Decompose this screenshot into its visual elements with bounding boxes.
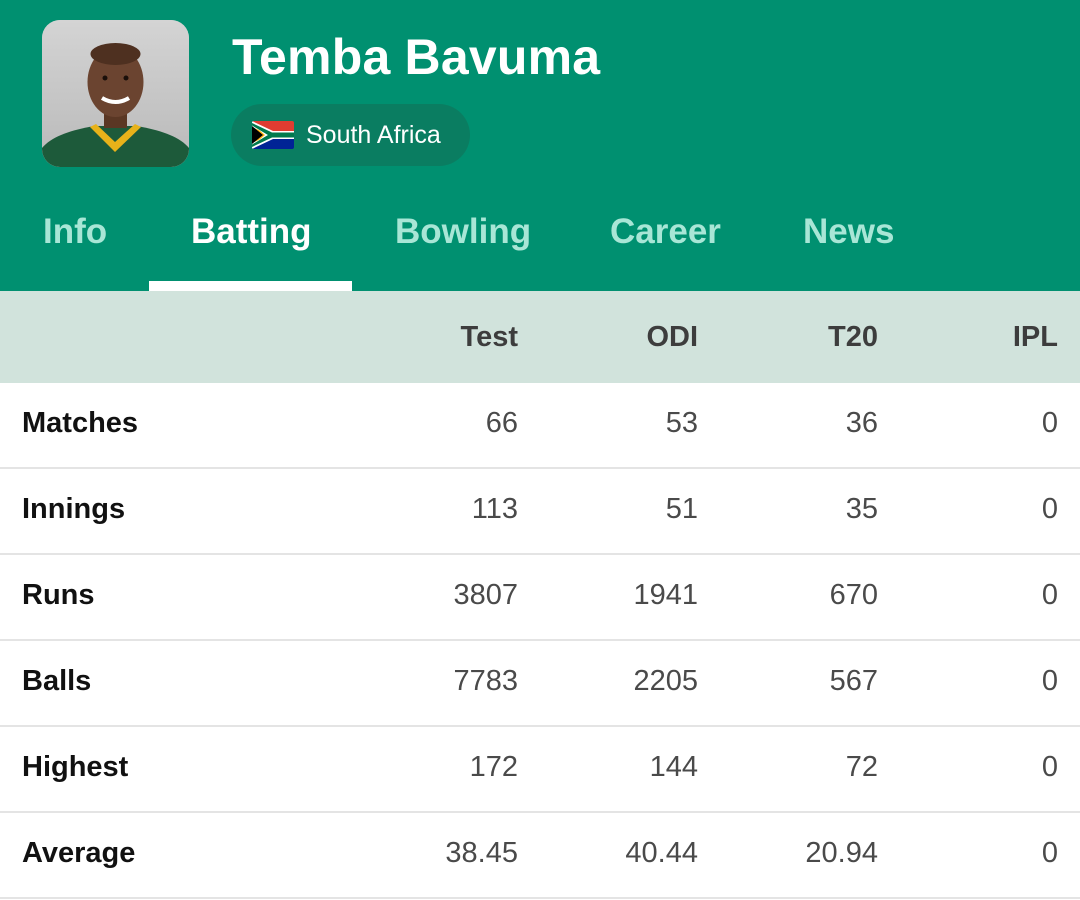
south-africa-flag-icon: [252, 121, 294, 149]
table-row-matches: Matches 66 53 36 0: [0, 383, 1080, 469]
column-header-odi: ODI: [646, 321, 698, 353]
tab-bowling[interactable]: Bowling: [395, 212, 531, 252]
player-photo: [42, 20, 189, 167]
cell-ipl: 0: [1041, 493, 1058, 525]
player-name: Temba Bavuma: [232, 29, 601, 85]
cell-ipl: 0: [1041, 579, 1058, 611]
cell-t20: 567: [829, 665, 878, 697]
cell-t20: 670: [829, 579, 878, 611]
cell-ipl: 0: [1041, 407, 1058, 439]
tab-news[interactable]: News: [803, 212, 894, 252]
cell-odi: 51: [665, 493, 698, 525]
table-row-innings: Innings 113 51 35 0: [0, 469, 1080, 555]
row-label: Innings: [22, 493, 126, 525]
country-chip[interactable]: South Africa: [231, 104, 470, 166]
cell-test: 66: [485, 407, 518, 439]
column-header-test: Test: [460, 321, 518, 353]
cell-odi: 40.44: [625, 837, 698, 869]
cell-ipl: 0: [1041, 751, 1058, 783]
table-row-runs: Runs 3807 1941 670 0: [0, 555, 1080, 641]
tab-info[interactable]: Info: [43, 212, 107, 252]
cell-t20: 72: [845, 751, 878, 783]
table-row-balls: Balls 7783 2205 567 0: [0, 641, 1080, 727]
stats-tabs: Info Batting Bowling Career News: [0, 196, 1080, 291]
cell-test: 7783: [453, 665, 518, 697]
table-row-average: Average 38.45 40.44 20.94 0: [0, 813, 1080, 899]
active-tab-indicator: [149, 281, 352, 291]
player-header: Temba Bavuma South Africa Info Batting B…: [0, 0, 1080, 291]
column-header-t20: T20: [828, 321, 878, 353]
cell-odi: 2205: [633, 665, 698, 697]
cell-odi: 53: [665, 407, 698, 439]
row-label: Balls: [22, 665, 92, 697]
table-row-highest: Highest 172 144 72 0: [0, 727, 1080, 813]
tab-career[interactable]: Career: [610, 212, 721, 252]
cell-test: 113: [471, 493, 518, 525]
row-label: Average: [22, 837, 136, 869]
cell-ipl: 0: [1041, 665, 1058, 697]
cell-t20: 36: [845, 407, 878, 439]
cell-test: 172: [469, 751, 518, 783]
cell-t20: 35: [845, 493, 878, 525]
stats-table-body: Matches 66 53 36 0 Innings 113 51 35 0 R…: [0, 383, 1080, 899]
cell-test: 38.45: [445, 837, 518, 869]
cell-ipl: 0: [1041, 837, 1058, 869]
tab-batting[interactable]: Batting: [191, 212, 312, 252]
country-name: South Africa: [306, 120, 441, 149]
row-label: Matches: [22, 407, 139, 439]
column-header-ipl: IPL: [1012, 321, 1058, 353]
stats-table-header: Test ODI T20 IPL: [0, 291, 1080, 383]
cell-odi: 144: [649, 751, 698, 783]
row-label: Runs: [22, 579, 95, 611]
cell-t20: 20.94: [805, 837, 878, 869]
cell-test: 3807: [453, 579, 518, 611]
row-label: Highest: [22, 751, 129, 783]
cell-odi: 1941: [633, 579, 698, 611]
player-photo-icon: [42, 20, 189, 167]
